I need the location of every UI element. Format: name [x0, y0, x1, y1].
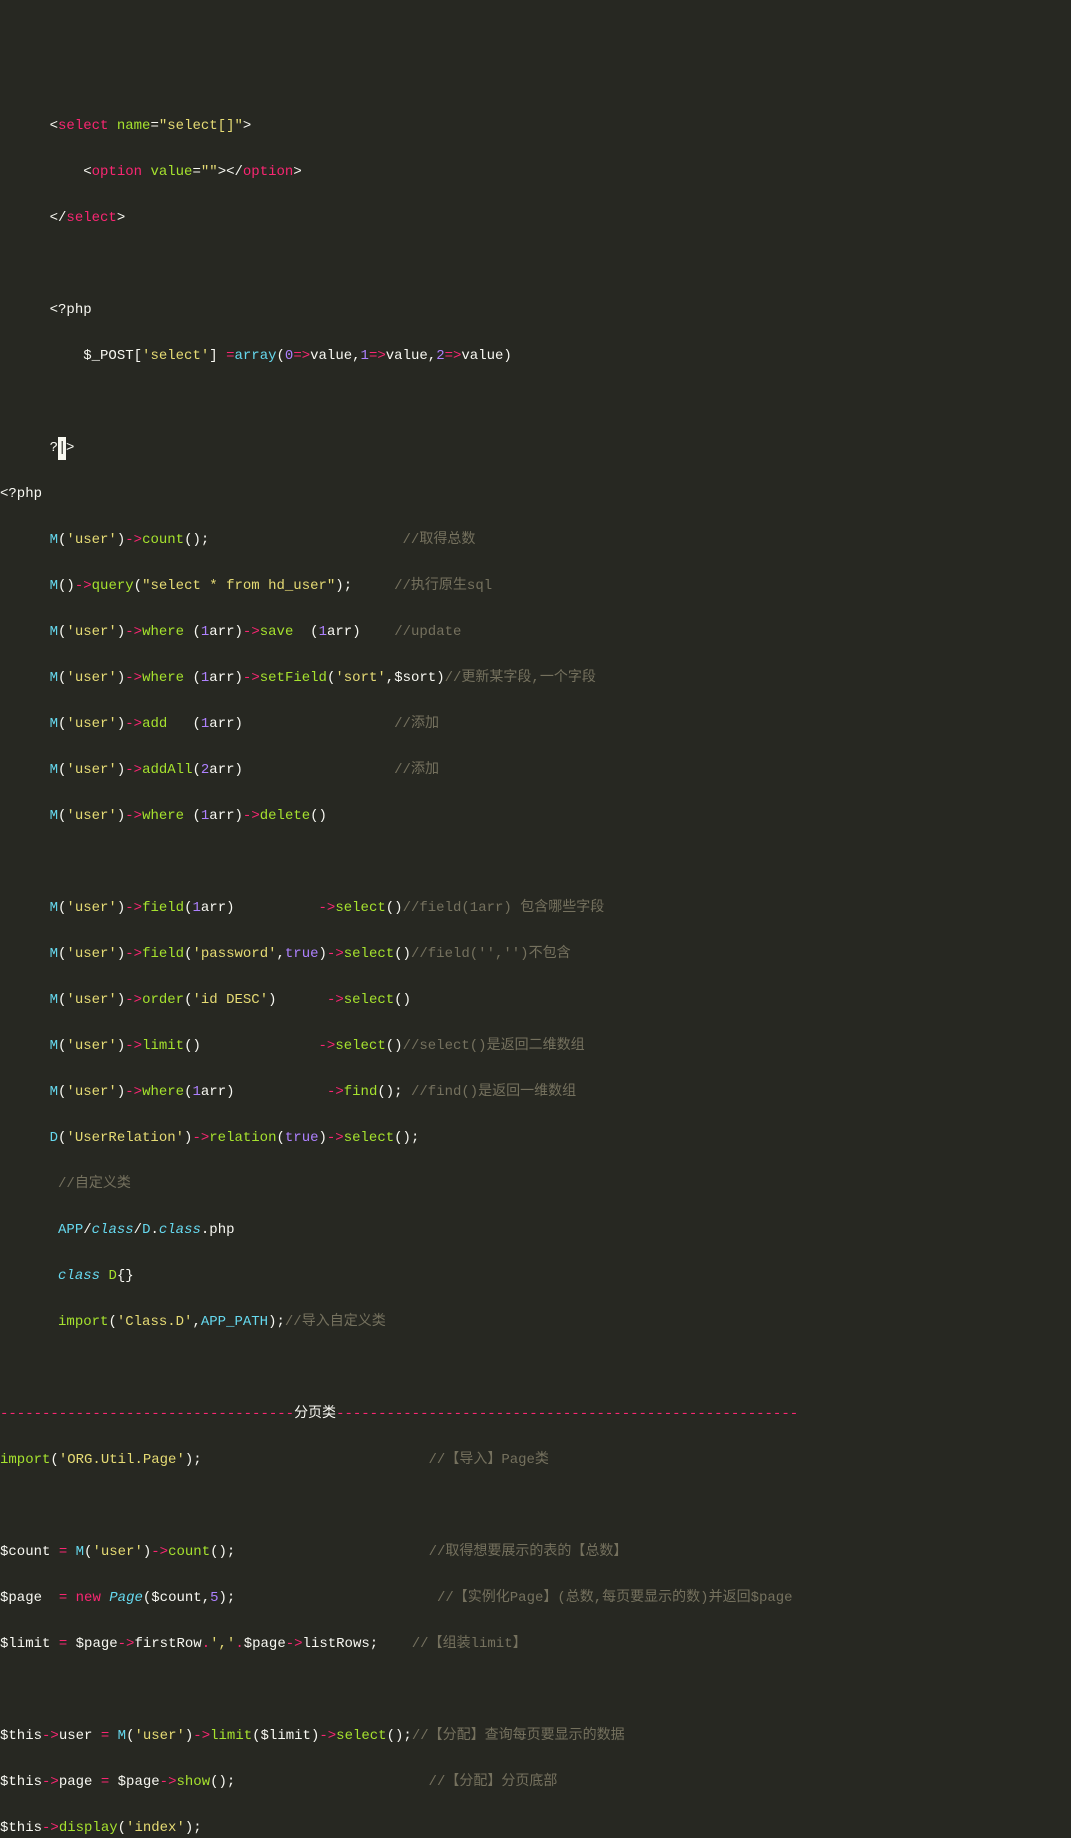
code-line	[0, 1679, 1071, 1702]
section-divider: -----------------------------------分页类--…	[0, 1403, 1071, 1426]
code-line	[0, 1495, 1071, 1518]
code-line: M('user')->where (1arr)->save (1arr) //u…	[0, 621, 1071, 644]
code-line: $this->display('index');	[0, 1817, 1071, 1838]
code-line	[0, 391, 1071, 414]
code-line: <?php	[0, 483, 1071, 506]
code-line: $_POST['select'] =array(0=>value,1=>valu…	[0, 345, 1071, 368]
code-line: $this->user = M('user')->limit($limit)->…	[0, 1725, 1071, 1748]
code-line: M('user')->where (1arr)->delete()	[0, 805, 1071, 828]
code-line: $limit = $page->firstRow.','.$page->list…	[0, 1633, 1071, 1656]
code-editor[interactable]: <select name="select[]"> <option value="…	[0, 92, 1071, 1838]
code-line: M('user')->addAll(2arr) //添加	[0, 759, 1071, 782]
code-line: class D{}	[0, 1265, 1071, 1288]
code-line: M('user')->where(1arr) ->find(); //find(…	[0, 1081, 1071, 1104]
code-line: ?|>	[0, 437, 1071, 460]
code-line: <option value=""></option>	[0, 161, 1071, 184]
code-line: M('user')->add (1arr) //添加	[0, 713, 1071, 736]
code-line: <?php	[0, 299, 1071, 322]
code-line: M('user')->limit() ->select()//select()是…	[0, 1035, 1071, 1058]
code-line: M('user')->field(1arr) ->select()//field…	[0, 897, 1071, 920]
code-line: M('user')->field('password',true)->selec…	[0, 943, 1071, 966]
text-cursor: |	[58, 437, 66, 460]
code-line: $this->page = $page->show(); //【分配】分页底部	[0, 1771, 1071, 1794]
code-line: </select>	[0, 207, 1071, 230]
code-line: D('UserRelation')->relation(true)->selec…	[0, 1127, 1071, 1150]
code-line: $count = M('user')->count(); //取得想要展示的表的…	[0, 1541, 1071, 1564]
code-line: import('Class.D',APP_PATH);//导入自定义类	[0, 1311, 1071, 1334]
code-line	[0, 1357, 1071, 1380]
code-line: <select name="select[]">	[0, 115, 1071, 138]
code-line: $page = new Page($count,5); //【实例化Page】(…	[0, 1587, 1071, 1610]
code-line: APP/class/D.class.php	[0, 1219, 1071, 1242]
code-line: M()->query("select * from hd_user"); //执…	[0, 575, 1071, 598]
code-line: M('user')->count(); //取得总数	[0, 529, 1071, 552]
code-line: M('user')->order('id DESC') ->select()	[0, 989, 1071, 1012]
code-line	[0, 253, 1071, 276]
code-line: //自定义类	[0, 1173, 1071, 1196]
code-line: import('ORG.Util.Page'); //【导入】Page类	[0, 1449, 1071, 1472]
code-line: M('user')->where (1arr)->setField('sort'…	[0, 667, 1071, 690]
code-line	[0, 851, 1071, 874]
